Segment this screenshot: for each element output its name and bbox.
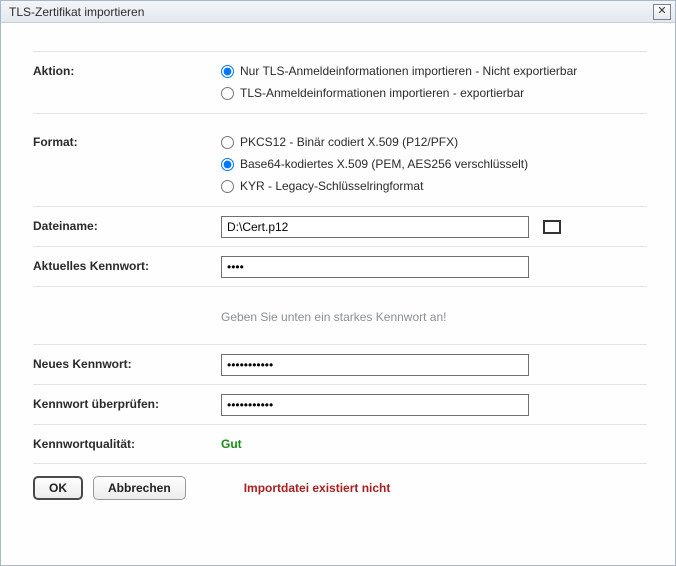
row-kennwortqualitaet: Kennwortqualität: Gut	[33, 424, 647, 459]
label-dateiname: Dateiname:	[33, 216, 221, 233]
radio-format-2[interactable]	[221, 180, 234, 193]
label-format: Format:	[33, 132, 221, 149]
input-neues-kennwort[interactable]	[221, 354, 529, 376]
browse-button[interactable]	[543, 220, 561, 234]
field-aktuelles-kennwort	[221, 256, 647, 278]
titlebar: TLS-Zertifikat importieren ✕	[1, 1, 675, 23]
label-kennwort-ueberpruefen: Kennwort überprüfen:	[33, 394, 221, 411]
label-neues-kennwort: Neues Kennwort:	[33, 354, 221, 371]
field-neues-kennwort	[221, 354, 647, 376]
radio-aktion-1[interactable]	[221, 87, 234, 100]
row-neues-kennwort: Neues Kennwort:	[33, 344, 647, 384]
row-buttons: OK Abbrechen Importdatei existiert nicht	[33, 463, 647, 500]
row-dateiname: Dateiname:	[33, 206, 647, 246]
radio-format-0-label[interactable]: PKCS12 - Binär codiert X.509 (P12/PFX)	[240, 135, 458, 149]
label-aktuelles-kennwort: Aktuelles Kennwort:	[33, 256, 221, 273]
radio-format-2-label[interactable]: KYR - Legacy-Schlüsselringformat	[240, 179, 423, 193]
input-dateiname[interactable]	[221, 216, 529, 238]
radio-aktion-1-label[interactable]: TLS-Anmeldeinformationen importieren - e…	[240, 86, 524, 100]
dialog-window: TLS-Zertifikat importieren ✕ Aktion: Nur…	[0, 0, 676, 566]
error-message: Importdatei existiert nicht	[244, 481, 391, 495]
field-aktion: Nur TLS-Anmeldeinformationen importieren…	[221, 61, 647, 105]
input-kennwort-ueberpruefen[interactable]	[221, 394, 529, 416]
field-dateiname	[221, 216, 647, 238]
radio-aktion-0[interactable]	[221, 65, 234, 78]
radio-format-0[interactable]	[221, 136, 234, 149]
value-kennwortqualitaet: Gut	[221, 434, 647, 451]
row-format: Format: PKCS12 - Binär codiert X.509 (P1…	[33, 113, 647, 206]
close-icon: ✕	[657, 6, 666, 17]
row-aktion: Aktion: Nur TLS-Anmeldeinformationen imp…	[33, 51, 647, 113]
row-aktuelles-kennwort: Aktuelles Kennwort:	[33, 246, 647, 286]
close-button[interactable]: ✕	[653, 4, 671, 20]
dialog-content: Aktion: Nur TLS-Anmeldeinformationen imp…	[1, 23, 675, 565]
field-format: PKCS12 - Binär codiert X.509 (P12/PFX) B…	[221, 132, 647, 198]
radio-aktion-0-label[interactable]: Nur TLS-Anmeldeinformationen importieren…	[240, 64, 577, 78]
radio-format-1-label[interactable]: Base64-kodiertes X.509 (PEM, AES256 vers…	[240, 157, 528, 171]
ok-button[interactable]: OK	[33, 476, 83, 500]
password-hint: Geben Sie unten ein starkes Kennwort an!	[221, 296, 647, 336]
input-aktuelles-kennwort[interactable]	[221, 256, 529, 278]
cancel-button[interactable]: Abbrechen	[93, 476, 186, 500]
row-kennwort-ueberpruefen: Kennwort überprüfen:	[33, 384, 647, 424]
row-hint: Geben Sie unten ein starkes Kennwort an!	[33, 286, 647, 344]
label-aktion: Aktion:	[33, 61, 221, 78]
field-kennwort-ueberpruefen	[221, 394, 647, 416]
dialog-title: TLS-Zertifikat importieren	[9, 5, 144, 19]
radio-format-1[interactable]	[221, 158, 234, 171]
label-kennwortqualitaet: Kennwortqualität:	[33, 434, 221, 451]
